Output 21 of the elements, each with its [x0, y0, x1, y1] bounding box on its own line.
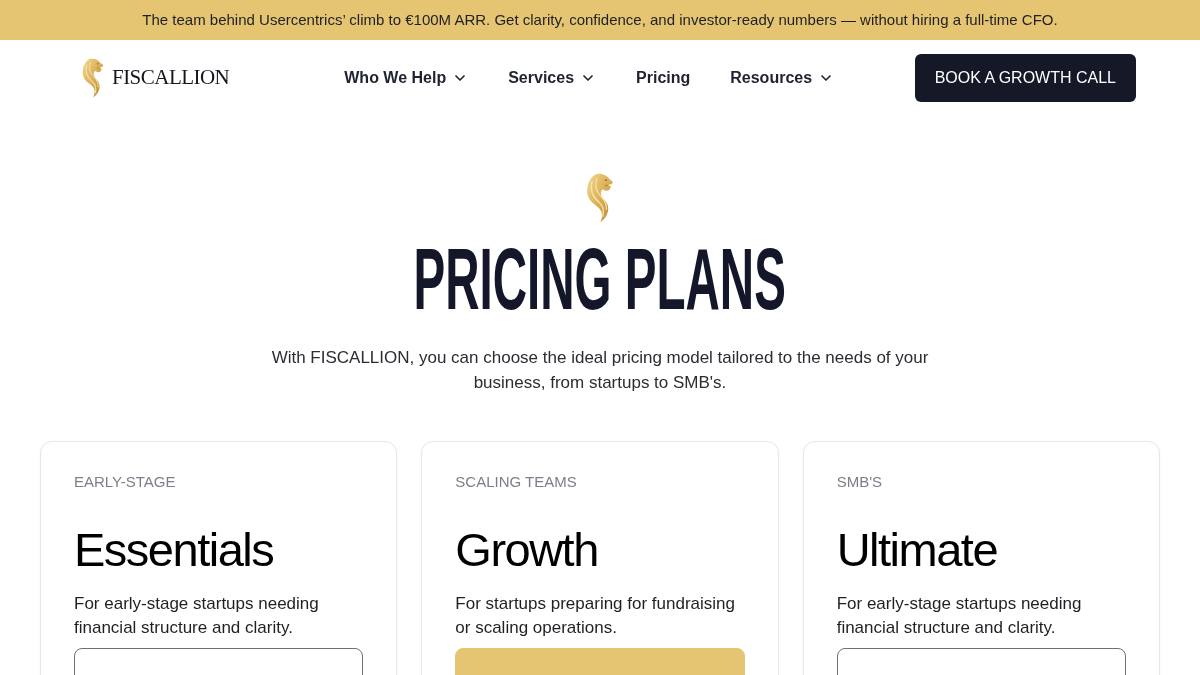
logo-text: FISCALLION	[112, 64, 230, 92]
plan-name: Ultimate	[836, 522, 999, 578]
plan-eyebrow: SCALING TEAMS	[455, 472, 578, 492]
plan-description: For startups preparing for fundraising or scaling operations.	[455, 593, 737, 639]
brand-logo[interactable]: FISCALLION	[80, 58, 230, 98]
lion-logo-icon	[584, 173, 616, 223]
nav-link[interactable]: Pricing	[636, 66, 691, 90]
nav-link[interactable]: Resources	[730, 66, 835, 90]
plan-name: Growth	[455, 522, 599, 578]
announcement-text: The team behind Usercentrics’ climb to €100M ARR. Get clarity, confidence, and investor-ready numbers — without hiring a full-time CFO.	[142, 9, 1058, 30]
lion-logo-icon	[80, 58, 106, 98]
book-call-button[interactable]: BOOK A GROWTH CALL	[914, 54, 1136, 102]
plan-eyebrow: EARLY-STAGE	[74, 472, 177, 492]
nav-link[interactable]: Who We Help	[344, 66, 469, 90]
plan-eyebrow: SMB'S	[836, 472, 884, 492]
plan-description: For early-stage startups needing financial structure and clarity.	[74, 593, 320, 639]
plan-description: For early-stage startups needing financial structure and clarity.	[836, 593, 1083, 639]
plan-name: Essentials	[74, 522, 275, 578]
page-subtitle: With FISCALLION, you can choose the ideal pricing model tailored to the needs of your business, from startups to SMB's.	[270, 347, 930, 394]
page-title: PRICING PLANS	[413, 241, 787, 317]
nav-link[interactable]: Services	[508, 66, 597, 90]
